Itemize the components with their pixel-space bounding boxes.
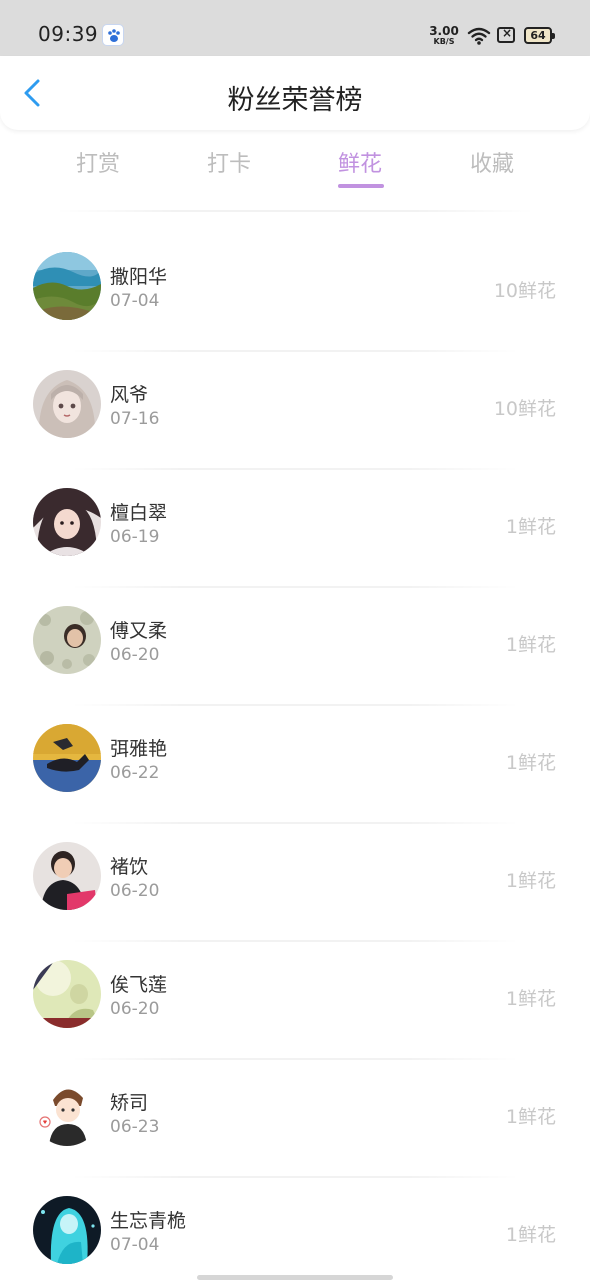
status-time: 09:39 — [38, 22, 99, 46]
fan-date: 07-04 — [110, 291, 160, 311]
list-item[interactable]: 俟飞莲 06-20 1鲜花 — [0, 942, 590, 1060]
flower-count: 1鲜花 — [505, 752, 556, 774]
fan-name: 风爷 — [110, 384, 149, 406]
wifi-icon — [467, 26, 491, 50]
list-item[interactable]: 褚饮 06-20 1鲜花 — [0, 824, 590, 942]
flower-count: 1鲜花 — [505, 516, 556, 538]
avatar — [33, 960, 101, 1028]
fan-date: 06-20 — [110, 999, 160, 1019]
nav-bar: 粉丝荣誉榜 — [0, 56, 590, 130]
fan-date: 07-16 — [110, 409, 160, 429]
list-item[interactable]: 撒阳华 07-04 10鲜花 — [0, 234, 590, 352]
fan-name: 矫司 — [110, 1092, 149, 1114]
flower-count: 10鲜花 — [493, 280, 556, 302]
fan-date: 06-20 — [110, 881, 160, 901]
avatar — [33, 1196, 101, 1264]
page-title: 粉丝荣誉榜 — [227, 85, 363, 116]
fan-name: 檀白翠 — [110, 502, 168, 524]
avatar — [33, 1078, 101, 1146]
home-indicator — [197, 1275, 393, 1280]
baidu-paw-icon — [102, 24, 124, 46]
battery-icon: 64 — [524, 27, 555, 44]
fan-name: 撒阳华 — [110, 266, 168, 288]
flower-count: 1鲜花 — [505, 870, 556, 892]
fan-list: 撒阳华 07-04 10鲜花 风爷 07-16 10鲜花 檀白翠 06-19 1… — [0, 234, 590, 1280]
network-speed-value: 3.00 — [429, 24, 459, 38]
fan-name: 弭雅艳 — [110, 738, 168, 760]
network-speed: 3.00 KB/S — [428, 25, 460, 46]
fan-date: 06-22 — [110, 763, 160, 783]
list-item[interactable]: 傅又柔 06-20 1鲜花 — [0, 588, 590, 706]
fan-date: 06-23 — [110, 1117, 160, 1137]
list-item[interactable]: 生忘青桅 07-04 1鲜花 — [0, 1178, 590, 1280]
list-item[interactable]: 檀白翠 06-19 1鲜花 — [0, 470, 590, 588]
no-sim-icon — [497, 26, 515, 43]
list-item[interactable]: 风爷 07-16 10鲜花 — [0, 352, 590, 470]
list-item[interactable]: 弭雅艳 06-22 1鲜花 — [0, 706, 590, 824]
avatar — [33, 724, 101, 792]
avatar — [33, 488, 101, 556]
tab-reward[interactable]: 打赏 — [38, 146, 158, 178]
tab-bar: 打赏 打卡 鲜花 收藏 — [0, 138, 590, 198]
avatar — [33, 370, 101, 438]
flower-count: 1鲜花 — [505, 988, 556, 1010]
flower-count: 1鲜花 — [505, 1224, 556, 1246]
active-tab-indicator — [338, 184, 384, 188]
avatar — [33, 606, 101, 674]
fan-name: 傅又柔 — [110, 620, 168, 642]
fan-name: 俟飞莲 — [110, 974, 168, 996]
avatar — [33, 842, 101, 910]
flower-count: 1鲜花 — [505, 634, 556, 656]
divider — [55, 210, 535, 212]
flower-count: 10鲜花 — [493, 398, 556, 420]
tab-checkin[interactable]: 打卡 — [169, 146, 289, 178]
fan-date: 06-20 — [110, 645, 160, 665]
fan-name: 生忘青桅 — [110, 1210, 187, 1232]
list-item[interactable]: 矫司 06-23 1鲜花 — [0, 1060, 590, 1178]
fan-date: 07-04 — [110, 1235, 160, 1255]
status-bar: 09:39 3.00 KB/S 64 — [0, 0, 590, 56]
network-speed-unit: KB/S — [433, 37, 455, 46]
flower-count: 1鲜花 — [505, 1106, 556, 1128]
avatar — [33, 252, 101, 320]
fan-name: 褚饮 — [110, 856, 149, 878]
fan-date: 06-19 — [110, 527, 160, 547]
tab-favorites[interactable]: 收藏 — [432, 146, 552, 178]
tab-flowers[interactable]: 鲜花 — [300, 146, 420, 178]
